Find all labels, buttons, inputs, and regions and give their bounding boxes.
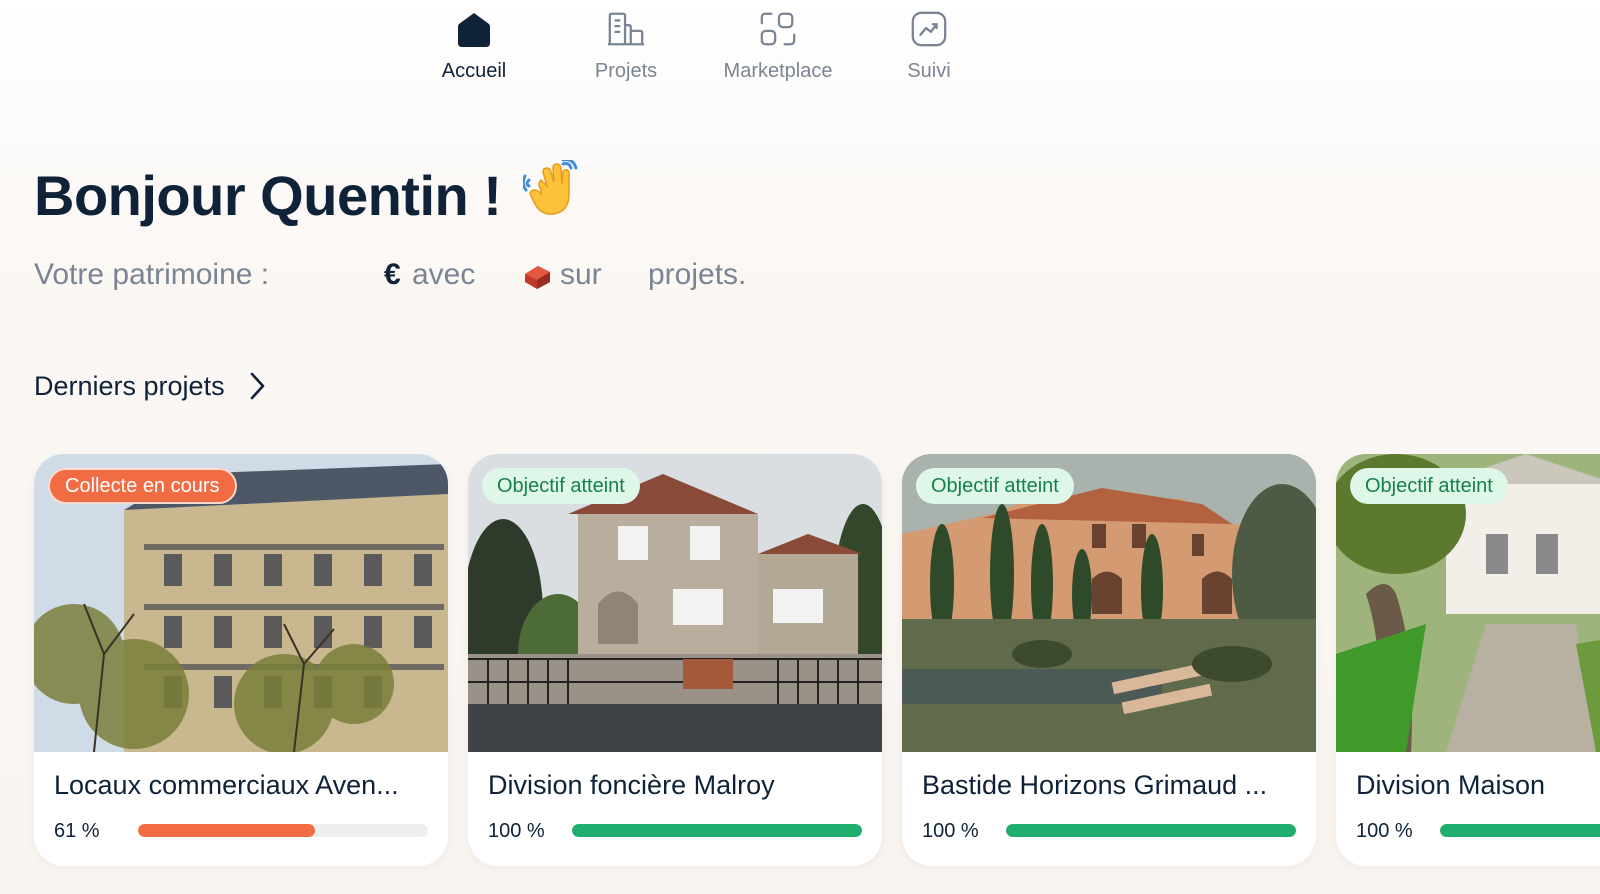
status-badge: Objectif atteint [1350,468,1508,504]
progress-bar [572,824,862,837]
status-badge: Collecte en cours [48,468,237,504]
project-title: Bastide Horizons Grimaud ... [922,770,1268,800]
home-page: Accueil Projets Marketplace Suivi Bonjou… [0,0,1600,894]
project-title: Division Maison [1356,770,1546,800]
project-card[interactable]: Objectif atteint Bastide Horizons Grimau… [902,454,1316,866]
nav-item-label: Accueil [441,60,507,82]
waving-hand-icon [522,158,585,231]
nav-item-label: Marketplace [723,60,833,82]
progress-percent: 100 % [922,820,979,842]
project-card[interactable]: Objectif atteint Division Maison 100 % [1336,454,1600,866]
progress-bar [1006,824,1296,837]
sur-text: sur [560,258,602,291]
brick-icon [522,262,552,298]
nav-item-projets[interactable]: Projets [551,8,701,83]
greeting-text: Bonjour Quentin ! [34,164,502,227]
wealth-label: Votre patrimoine : [34,258,270,291]
marketplace-icon [758,8,798,50]
buildings-icon [606,8,646,50]
chevron-right-icon [247,370,267,402]
progress-fill [1006,824,1296,837]
nav-item-label: Projets [594,60,658,82]
nav-item-accueil[interactable]: Accueil [399,8,549,83]
home-icon [454,8,494,50]
progress-percent: 100 % [488,820,545,842]
status-badge: Objectif atteint [482,468,640,504]
avec-text: avec [412,258,476,291]
nav-item-label: Suivi [907,60,951,82]
project-card[interactable]: Objectif atteint Division foncière Malro… [468,454,882,866]
nav-item-suivi[interactable]: Suivi [854,8,1004,83]
project-title: Locaux commerciaux Aven... [54,770,399,800]
progress-fill [1440,824,1600,837]
progress-fill [138,824,315,837]
status-badge: Objectif atteint [916,468,1074,504]
nav-item-marketplace[interactable]: Marketplace [703,8,853,83]
chart-trend-icon [909,8,949,50]
page-title: Bonjour Quentin ! [34,158,585,231]
top-nav: Accueil Projets Marketplace Suivi [0,0,1600,100]
progress-percent: 61 % [54,820,100,842]
latest-projects-link[interactable]: Derniers projets [34,370,267,402]
project-card[interactable]: Collecte en cours Locaux commerciaux Ave… [34,454,448,866]
section-title: Derniers projets [34,370,225,401]
progress-fill [572,824,862,837]
progress-bar [1440,824,1600,837]
projects-carousel[interactable]: Collecte en cours Locaux commerciaux Ave… [0,454,1600,894]
project-title: Division foncière Malroy [488,770,775,800]
progress-bar [138,824,428,837]
currency-symbol: € [384,258,401,291]
progress-percent: 100 % [1356,820,1413,842]
projets-text: projets. [648,258,747,291]
